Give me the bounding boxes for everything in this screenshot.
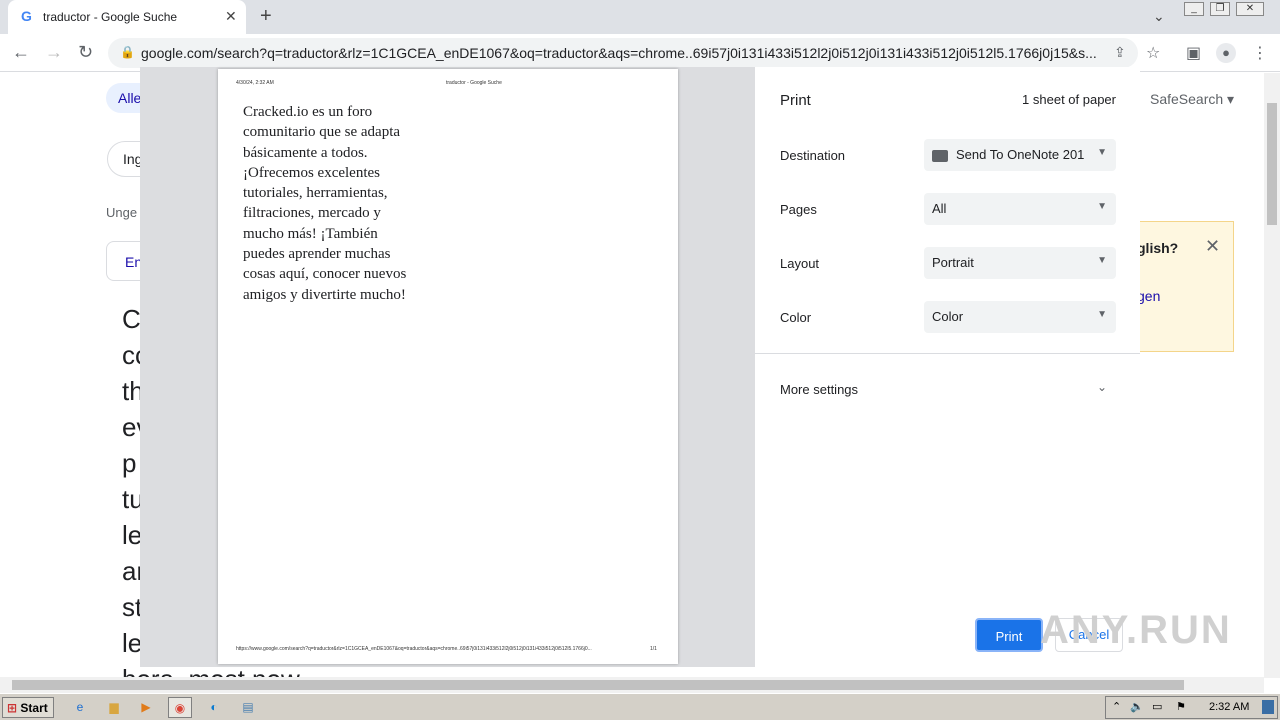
system-tray: ⌃ 🔈 ▭ ⚑ 2:32 AM	[1105, 696, 1278, 719]
layout-select[interactable]: Portrait ▼	[924, 247, 1116, 279]
destination-label: Destination	[780, 148, 846, 163]
new-tab-icon[interactable]: +	[260, 6, 272, 26]
unge-text: Unge	[106, 205, 138, 220]
show-desktop-icon[interactable]	[1262, 700, 1274, 714]
menu-dots-icon[interactable]: ⋮	[1252, 43, 1268, 63]
folder-icon[interactable]: ▆	[102, 697, 126, 718]
popup-close-icon[interactable]: ✕	[1205, 236, 1220, 257]
chevron-down-icon: ▼	[1097, 201, 1107, 212]
preview-footer-url: https://www.google.com/search?q=traducto…	[236, 646, 592, 652]
popup-link[interactable]: gen	[1137, 288, 1160, 304]
vertical-scrollbar[interactable]	[1264, 73, 1280, 678]
windows-taskbar: ⊞ Start e ▆ ▶ ◉ ◐ ▤ ⌃ 🔈 ▭ ⚑ 2:32 AM	[0, 693, 1280, 720]
tab-close-icon[interactable]: ✕	[225, 8, 237, 25]
layout-label: Layout	[780, 256, 820, 271]
close-window-icon[interactable]: ✕	[1236, 2, 1264, 16]
horizontal-scrollbar[interactable]	[0, 677, 1264, 693]
google-favicon-icon: G	[21, 8, 32, 24]
chevron-down-icon: ▼	[1097, 255, 1107, 266]
preview-footer-page: 1/1	[650, 646, 657, 652]
layout-value: Portrait	[932, 255, 974, 270]
printer-icon	[932, 149, 948, 162]
print-title: Print	[780, 92, 811, 109]
profile-avatar-icon[interactable]: ●	[1216, 43, 1236, 63]
pages-select[interactable]: All ▼	[924, 193, 1116, 225]
tray-expand-icon[interactable]: ⌃	[1112, 700, 1121, 713]
side-panel-icon[interactable]: ▣	[1186, 43, 1201, 63]
scroll-thumb[interactable]	[12, 680, 1184, 690]
print-button[interactable]: Print	[975, 618, 1043, 652]
tab-search-icon[interactable]: ⌄	[1153, 8, 1165, 25]
divider	[755, 353, 1140, 354]
start-button[interactable]: ⊞ Start	[2, 697, 54, 718]
ie-icon[interactable]: e	[68, 697, 92, 718]
network-icon[interactable]: ▭	[1152, 700, 1162, 713]
start-label: Start	[20, 701, 48, 715]
sheet-count: 1 sheet of paper	[1022, 92, 1116, 107]
restore-icon[interactable]: ❐	[1210, 2, 1230, 16]
anyrun-watermark: ANY.RUN	[1040, 608, 1232, 652]
reload-icon[interactable]: ↻	[78, 43, 93, 61]
print-settings-panel: Print 1 sheet of paper Destination Send …	[755, 67, 1140, 667]
clock: 2:32 AM	[1209, 701, 1250, 713]
preview-body-text: Cracked.io es un foro comunitario que se…	[243, 104, 407, 303]
safesearch-dropdown[interactable]: SafeSearch ▾	[1150, 91, 1234, 108]
safesearch-label: SafeSearch	[1150, 91, 1224, 107]
color-value: Color	[932, 309, 964, 324]
more-settings-toggle[interactable]: More settings	[780, 382, 858, 397]
destination-select[interactable]: Send To OneNote 2010 ▼	[924, 139, 1116, 171]
preview-header-title: traductor - Google Suche	[446, 80, 502, 86]
bookmark-star-icon[interactable]: ☆	[1146, 43, 1160, 63]
scroll-thumb[interactable]	[1267, 103, 1277, 225]
pages-value: All	[932, 201, 947, 216]
tab-bar: G traductor - Google Suche ✕ + ⌄ _ ❐ ✕	[0, 0, 1280, 34]
back-icon[interactable]: ←	[12, 43, 30, 61]
popup-question: glish?	[1137, 240, 1179, 256]
volume-icon[interactable]: 🔈	[1130, 700, 1144, 713]
forward-icon[interactable]: →	[45, 43, 63, 61]
address-bar[interactable]: 🔒 google.com/search?q=traductor&rlz=1C1G…	[108, 38, 1138, 68]
destination-value: Send To OneNote 2010	[956, 147, 1084, 162]
windows-logo-icon: ⊞	[7, 701, 18, 715]
pages-label: Pages	[780, 202, 817, 217]
chevron-down-icon: ▼	[1097, 147, 1107, 158]
media-player-icon[interactable]: ▶	[134, 697, 158, 718]
chevron-down-icon: ▼	[1097, 309, 1107, 320]
url-text: google.com/search?q=traductor&rlz=1C1GCE…	[141, 45, 1097, 61]
preview-header-date: 4/30/24, 2:32 AM	[236, 80, 274, 86]
print-preview-page: 4/30/24, 2:32 AM traductor - Google Such…	[218, 69, 678, 664]
tab-title: traductor - Google Suche	[43, 10, 178, 24]
color-label: Color	[780, 310, 812, 325]
chrome-icon[interactable]: ◉	[168, 697, 192, 718]
color-select[interactable]: Color ▼	[924, 301, 1116, 333]
lock-icon: 🔒	[120, 45, 135, 59]
minimize-icon[interactable]: _	[1184, 2, 1204, 16]
edge-icon[interactable]: ◐	[202, 697, 226, 718]
flag-icon[interactable]: ⚑	[1176, 700, 1186, 713]
chevron-down-icon[interactable]: ⌄	[1097, 380, 1107, 394]
notepad-icon[interactable]: ▤	[236, 697, 260, 718]
share-icon[interactable]: ⇪	[1114, 44, 1126, 61]
browser-tab[interactable]: G traductor - Google Suche ✕	[8, 0, 246, 34]
